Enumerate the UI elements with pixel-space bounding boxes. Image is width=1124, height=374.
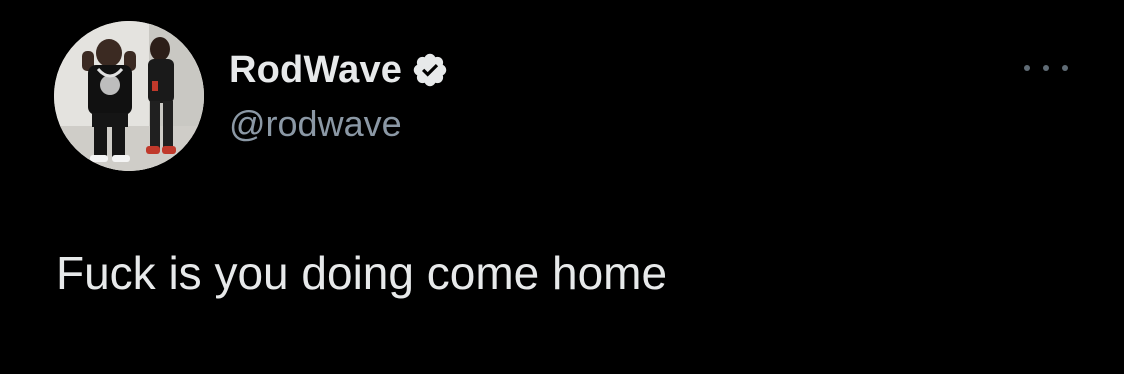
avatar[interactable]	[54, 21, 204, 171]
verified-badge-icon	[411, 51, 449, 89]
more-options-icon[interactable]	[1024, 56, 1068, 80]
name-row: RodWave	[229, 46, 449, 94]
more-dot	[1062, 65, 1068, 71]
user-handle[interactable]: @rodwave	[229, 102, 402, 146]
tweet-text: Fuck is you doing come home	[56, 247, 668, 299]
display-name[interactable]: RodWave	[229, 46, 402, 94]
more-dot	[1043, 65, 1049, 71]
tweet-card: RodWave @rodwave Fuck is you doing come …	[0, 0, 1124, 374]
more-dot	[1024, 65, 1030, 71]
avatar-photo	[54, 21, 204, 171]
